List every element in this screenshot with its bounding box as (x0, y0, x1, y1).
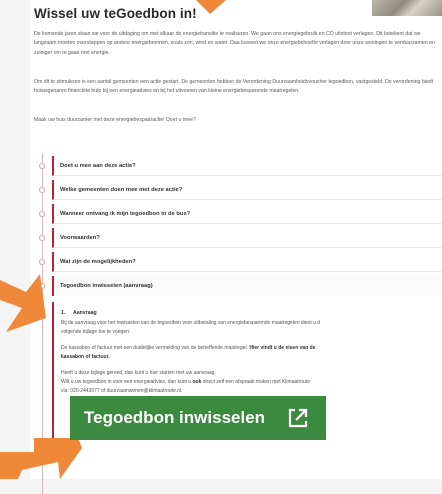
info-paragraph: Om dit te stimuleren is een aantal gemee… (34, 79, 434, 95)
page-title: Wissel uw teGoedbon in! (34, 6, 197, 21)
accordion-item[interactable]: Wat zijn de mogelijkheden? (39, 250, 442, 274)
annotation-arrow-left (0, 274, 46, 332)
panel-text: Wilt u uw tegoedbon in voor een energiea… (61, 378, 421, 387)
annotation-arrow-top (196, 0, 226, 14)
timeline-dot (39, 235, 45, 241)
external-link-icon (288, 408, 308, 428)
panel-text: kassabon of factuur. (61, 353, 421, 362)
redeem-voucher-button[interactable]: Tegoedbon inwisselen (70, 396, 326, 440)
panel-text-bold: ook (192, 379, 202, 385)
requirements-link-cont[interactable]: kassabon of factuur. (61, 354, 110, 360)
timeline-dot (39, 211, 45, 217)
timeline-dot (39, 259, 45, 265)
intro-paragraph: De komende jaren staan we voor de uitdag… (34, 31, 435, 56)
accordion-header[interactable]: Tegoedbon inwisselen (aanvraag) (52, 276, 442, 296)
accordion-item-open[interactable]: Tegoedbon inwisselen (aanvraag) (39, 274, 442, 298)
redeem-voucher-label: Tegoedbon inwisselen (84, 408, 266, 427)
requirements-link[interactable]: Hier vindt u de eisen van de (249, 345, 315, 351)
accordion-header[interactable]: Doet u mee aan deze actie? (52, 156, 442, 176)
step-title: Aanvraag (73, 310, 97, 316)
faq-accordion: Doet u mee aan deze actie? Welke gemeent… (39, 154, 442, 494)
accordion-item[interactable]: Welke gemeenten doen mee met deze actie? (39, 178, 442, 202)
accordion-item[interactable]: Wanneer ontvang ik mijn tegoedbon in de … (39, 202, 442, 226)
accordion-header[interactable]: Welke gemeenten doen mee met deze actie? (52, 180, 442, 200)
step-number: 1. (61, 310, 66, 316)
accordion-header[interactable]: Wat zijn de mogelijkheden? (52, 252, 442, 272)
panel-text-part: De kassabon of factuur met een duidelijk… (61, 345, 248, 351)
accordion-header[interactable]: Wanneer ontvang ik mijn tegoedbon in de … (52, 204, 442, 224)
panel-text: volgende bijlage toe te voegen: (61, 329, 131, 335)
timeline-dot (39, 187, 45, 193)
panel-text-part: direct zelf een afspraak maken met Klima… (202, 379, 311, 385)
panel-text-part: Wilt u uw tegoedbon in voor een energiea… (61, 379, 192, 385)
panel-text: Bij de aanvraag voor het inwisselen van … (61, 320, 321, 326)
panel-text: Heeft u deze bijlage gereed, dan kunt u … (61, 370, 216, 376)
call-paragraph: Maak uw huis duurzamer met deze energieb… (34, 117, 196, 123)
contact-info: via: 020-2443977 of duurzaamwonen@klimaa… (61, 388, 183, 394)
panel-text: De kassabon of factuur met een duidelijk… (61, 344, 421, 353)
accordion-header[interactable]: Voorwaarden? (52, 228, 442, 248)
timeline-dot (39, 163, 45, 169)
accordion-item[interactable]: Voorwaarden? (39, 226, 442, 250)
header-image (372, 0, 442, 16)
accordion-item[interactable]: Doet u mee aan deze actie? (39, 154, 442, 178)
